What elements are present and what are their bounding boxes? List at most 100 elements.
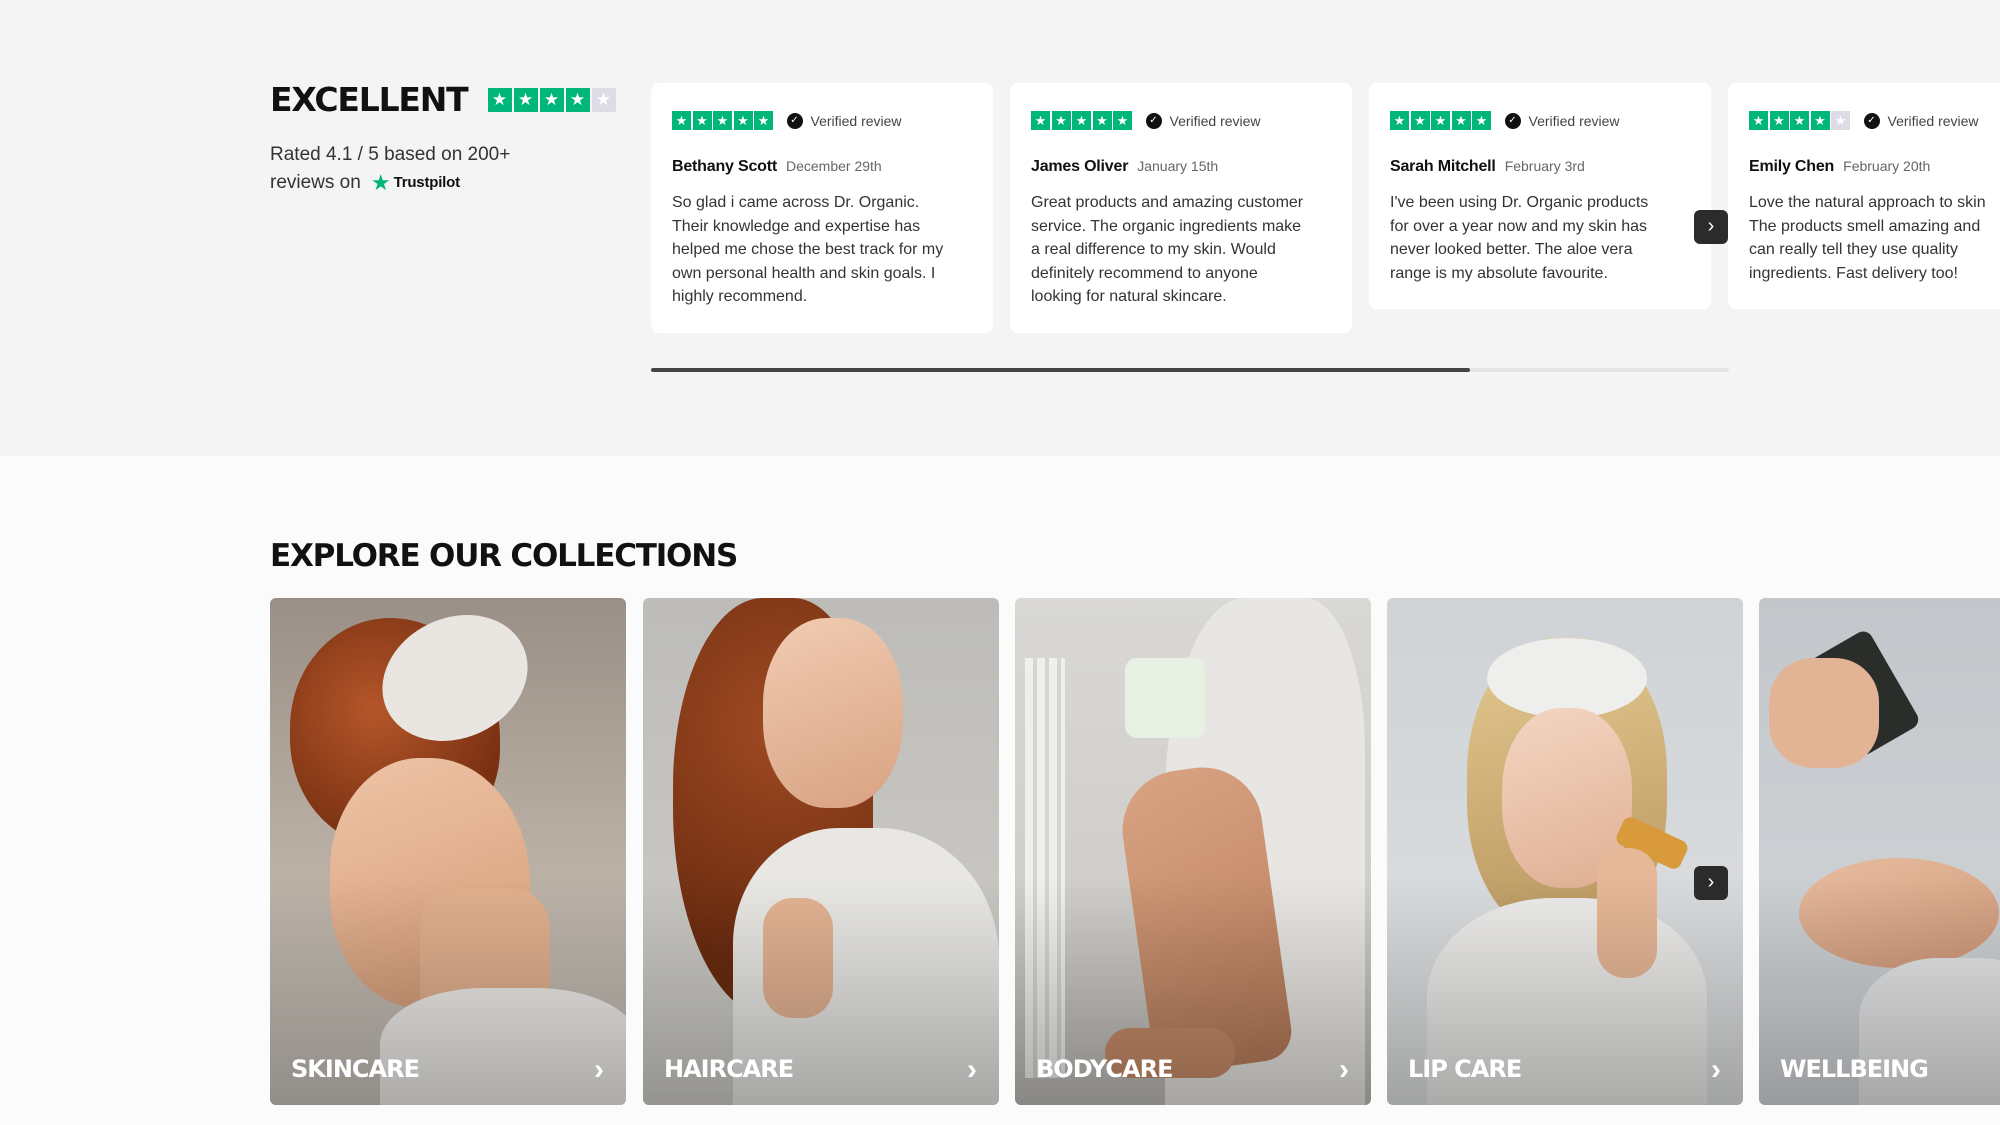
star-icon: ★ — [513, 87, 538, 112]
star-icon: ★ — [1472, 111, 1491, 130]
collections-next-button[interactable]: › — [1694, 866, 1728, 900]
review-author: James Oliver — [1031, 158, 1129, 175]
review-author: Sarah Mitchell — [1390, 158, 1496, 175]
star-icon: ★ — [1390, 111, 1409, 130]
collections-carousel[interactable]: SKINCARE › HAIRCARE › BODYCARE › LIP CAR… — [270, 598, 2000, 1106]
collection-label: WELLBEING — [1780, 1055, 1929, 1083]
star-icon: ★ — [1831, 111, 1850, 130]
review-text: Love the natural approach to skin The pr… — [1749, 191, 2000, 285]
review-card: ★ ★ ★ ★ ★ ✓ Verified review Bethany Scott De… — [651, 83, 993, 333]
review-text-line: for over a year now and my skin has — [1390, 217, 1648, 235]
star-icon: ★ — [1810, 111, 1830, 130]
review-text-line: Their knowledge and expertise has — [672, 217, 921, 235]
reviews-carousel[interactable]: ★ ★ ★ ★ ★ ✓ Verified review Bethany Scott De… — [651, 83, 2000, 343]
star-icon: ★ — [1749, 111, 1768, 130]
rating-summary: EXCELLENT ★ ★ ★ ★ ★ Rated 4.1 / 5 based … — [270, 80, 616, 197]
review-text-line: highly recommend. — [672, 288, 808, 305]
review-date: January 15th — [1137, 158, 1219, 174]
review-card: ★ ★ ★ ★ ★ ✓ Verified review James Oliver Jan… — [1010, 83, 1352, 333]
review-author: Bethany Scott — [672, 158, 777, 175]
summary-stars: ★ ★ ★ ★ ★ — [487, 87, 618, 112]
verified-check-icon: ✓ — [786, 112, 803, 129]
tile-overlay — [270, 598, 626, 1105]
star-icon: ★ — [1113, 111, 1132, 130]
verified-check-icon: ✓ — [1863, 112, 1880, 129]
review-text-line: a real difference to my skin. Would — [1031, 241, 1276, 258]
rating-text-line2: reviews on — [270, 172, 361, 193]
review-card: ★ ★ ★ ★ ★ ✓ Verified review Emily Chen Febru… — [1728, 83, 2000, 309]
review-stars: ★ ★ ★ ★ ★ — [672, 111, 775, 130]
chevron-right-icon: › — [1339, 1053, 1349, 1086]
trustpilot-star-icon: ★ — [370, 170, 391, 195]
star-icon: ★ — [1092, 111, 1112, 130]
star-icon: ★ — [713, 111, 732, 130]
chevron-right-icon: › — [594, 1053, 604, 1086]
tile-overlay — [1759, 598, 2000, 1105]
review-text-line: Great products and amazing customer — [1031, 194, 1304, 211]
collection-label: LIP CARE — [1408, 1055, 1522, 1083]
star-icon: ★ — [672, 111, 691, 130]
review-author: Emily Chen — [1749, 158, 1835, 175]
reviews-scroll-thumb[interactable] — [651, 368, 1471, 372]
verified-check-icon: ✓ — [1504, 112, 1521, 129]
verified-badge: ✓ Verified review — [1504, 112, 1620, 129]
chevron-right-icon: › — [967, 1053, 977, 1086]
verified-badge: ✓ Verified review — [1863, 112, 1979, 129]
reviews-section: EXCELLENT ★ ★ ★ ★ ★ Rated 4.1 / 5 based … — [0, 0, 2000, 456]
review-text-line: So glad i came across Dr. Organic. — [672, 194, 920, 211]
verified-label: Verified review — [1887, 112, 1979, 129]
tile-overlay — [643, 598, 999, 1105]
review-date: February 3rd — [1504, 158, 1585, 174]
review-stars: ★ ★ ★ ★ ★ — [1031, 111, 1134, 130]
review-text-line: service. The organic ingredients make — [1031, 217, 1302, 235]
collection-tile-skincare[interactable]: SKINCARE › — [270, 598, 626, 1105]
review-text: So glad i came across Dr. Organic. Their… — [672, 191, 972, 309]
star-icon: ★ — [1451, 111, 1471, 130]
collection-label: HAIRCARE — [664, 1055, 794, 1083]
review-text-line: helped me chose the best track for my — [672, 241, 944, 258]
chevron-right-icon: › — [1707, 215, 1715, 237]
star-icon: ★ — [1031, 111, 1050, 130]
review-text-line: Love the natural approach to skin — [1749, 194, 1986, 211]
tile-overlay — [1015, 598, 1371, 1105]
collection-label: BODYCARE — [1036, 1055, 1173, 1083]
review-text-line: The products smell amazing and — [1749, 217, 1981, 235]
verified-check-icon: ✓ — [1145, 112, 1162, 129]
star-icon: ★ — [692, 111, 712, 130]
rating-heading: EXCELLENT — [270, 80, 469, 119]
review-card: ★ ★ ★ ★ ★ ✓ Verified review Sarah Mitchell F… — [1369, 83, 1711, 309]
star-icon: ★ — [1769, 111, 1789, 130]
star-icon: ★ — [754, 111, 773, 130]
collection-tile-lip-care[interactable]: LIP CARE › — [1387, 598, 1743, 1105]
review-date: February 20th — [1843, 158, 1931, 174]
collection-tile-haircare[interactable]: HAIRCARE › — [643, 598, 999, 1105]
star-icon: ★ — [1051, 111, 1071, 130]
rating-text: Rated 4.1 / 5 based on 200+ reviews on ★… — [270, 141, 600, 197]
verified-label: Verified review — [810, 112, 902, 129]
star-icon: ★ — [733, 111, 753, 130]
review-text: I've been using Dr. Organic products for… — [1390, 191, 1690, 285]
review-text-line: own personal health and skin goals. I — [672, 264, 936, 282]
rating-text-line1: Rated 4.1 / 5 based on 200+ — [270, 144, 511, 165]
reviews-scroll-progress[interactable] — [651, 368, 1729, 372]
review-text-line: can really tell they use quality — [1749, 241, 1958, 258]
collections-title: EXPLORE OUR COLLECTIONS — [270, 538, 738, 574]
review-text-line: I've been using Dr. Organic products — [1390, 194, 1649, 211]
review-date: December 29th — [785, 158, 882, 174]
review-stars: ★ ★ ★ ★ ★ — [1749, 111, 1852, 130]
collection-tile-bodycare[interactable]: BODYCARE › — [1015, 598, 1371, 1105]
trustpilot-link[interactable]: ★ Trustpilot — [371, 169, 460, 197]
trustpilot-label: Trustpilot — [393, 174, 461, 191]
verified-badge: ✓ Verified review — [786, 112, 902, 129]
star-icon: ★ — [1072, 111, 1091, 130]
verified-label: Verified review — [1528, 112, 1620, 129]
collection-tile-wellbeing[interactable]: WELLBEING — [1759, 598, 2000, 1105]
star-icon: ★ — [487, 87, 512, 112]
review-text-line: looking for natural skincare. — [1031, 288, 1227, 305]
reviews-next-button[interactable]: › — [1694, 210, 1728, 244]
chevron-right-icon: › — [1711, 1053, 1721, 1086]
collection-label: SKINCARE — [291, 1055, 420, 1083]
review-text-line: never looked better. The aloe vera — [1390, 241, 1633, 258]
star-icon: ★ — [591, 87, 616, 112]
star-icon: ★ — [565, 87, 590, 112]
